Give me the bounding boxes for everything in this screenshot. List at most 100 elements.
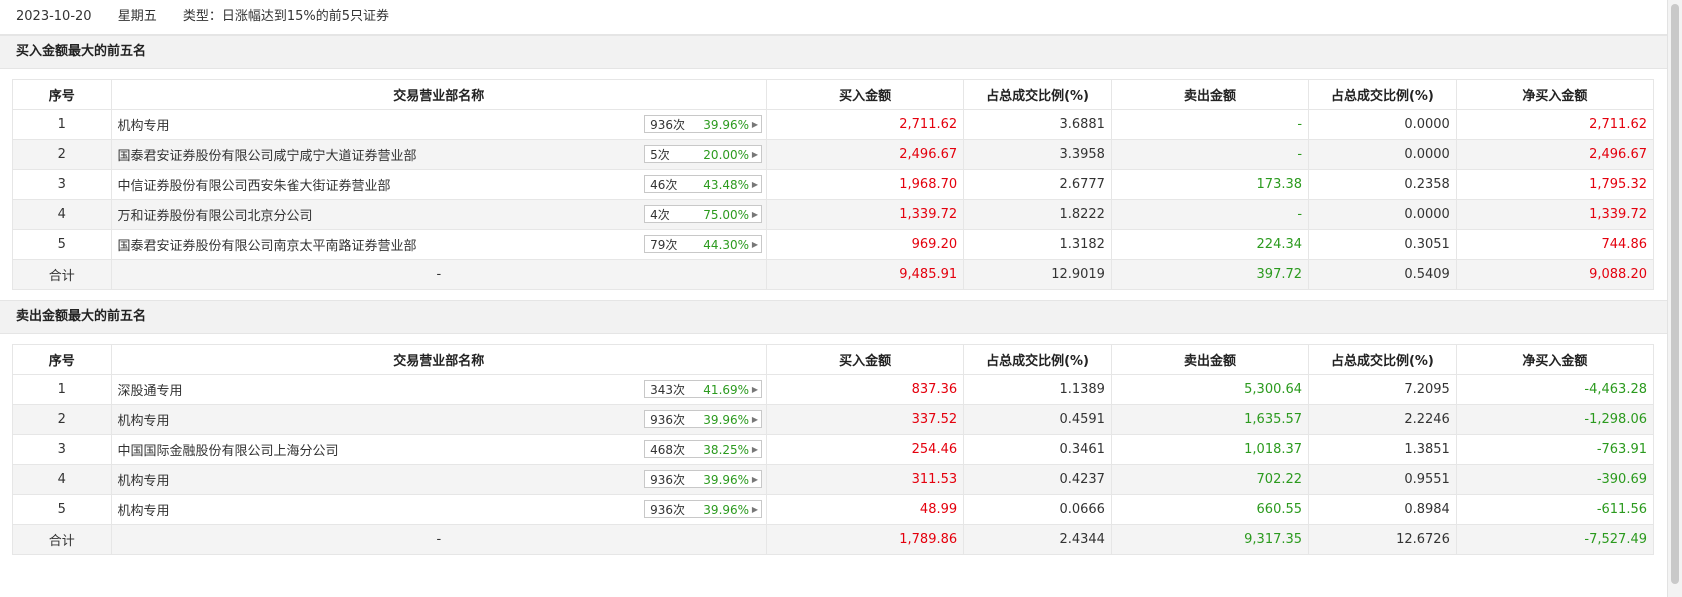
branch-cell: 中国国际金融股份有限公司上海分公司 468次 38.25% ▶ xyxy=(110,434,768,465)
branch-stats-button[interactable]: 936次 39.96% ▶ xyxy=(644,500,763,518)
table-row: 2 国泰君安证券股份有限公司咸宁咸宁大道证券营业部 5次 20.00% ▶ 2,496.6… xyxy=(12,139,1655,170)
row-number: 2 xyxy=(12,139,112,170)
branch-name: 中信证券股份有限公司西安朱雀大街证券营业部 xyxy=(117,179,391,194)
branch-stats-button[interactable]: 936次 39.96% ▶ xyxy=(644,410,763,428)
sell-ratio: 7.2095 xyxy=(1308,374,1457,405)
sell-amount: 660.55 xyxy=(1110,494,1310,525)
branch-cell: 国泰君安证券股份有限公司南京太平南路证券营业部 79次 44.30% ▶ xyxy=(110,229,768,260)
caret-right-icon: ▶ xyxy=(751,505,759,514)
branch-trade-count: 936次 xyxy=(650,413,685,427)
branch-name: 机构专用 xyxy=(117,119,170,134)
row-number: 5 xyxy=(12,229,112,260)
branch-stats-button[interactable]: 79次 44.30% ▶ xyxy=(644,235,763,253)
buy-ratio: 2.6777 xyxy=(963,169,1112,200)
table-header-row: 序号 交易营业部名称 买入金额 占总成交比例(%) 卖出金额 占总成交比例(%)… xyxy=(12,79,1655,110)
branch-stats-button[interactable]: 468次 38.25% ▶ xyxy=(644,440,763,458)
info-bar: 2023-10-20 星期五 类型：日涨幅达到15%的前5只证券 xyxy=(0,0,1668,35)
branch-stats-button[interactable]: 5次 20.00% ▶ xyxy=(644,145,763,163)
sell-amount: - xyxy=(1110,199,1310,230)
net-buy-amount: 2,496.67 xyxy=(1455,139,1655,170)
caret-right-icon: ▶ xyxy=(751,240,759,249)
branch-win-rate: 39.96% xyxy=(703,118,750,132)
branch-cell: 机构专用 936次 39.96% ▶ xyxy=(110,494,768,525)
total-sell-amount: 9,317.35 xyxy=(1110,524,1310,555)
col-header-buy: 买入金额 xyxy=(766,344,965,375)
buy-ratio: 3.6881 xyxy=(963,109,1112,140)
table-row: 3 中国国际金融股份有限公司上海分公司 468次 38.25% ▶ 254.46 0.346… xyxy=(12,434,1655,465)
col-header-sell-pct: 占总成交比例(%) xyxy=(1308,344,1457,375)
row-number: 1 xyxy=(12,374,112,405)
trade-date: 2023-10-20 xyxy=(16,9,92,24)
branch-win-rate: 41.69% xyxy=(703,383,750,397)
row-number: 4 xyxy=(12,199,112,230)
total-label: 合计 xyxy=(12,259,112,290)
col-header-net: 净买入金额 xyxy=(1455,79,1655,110)
col-header-branch: 交易营业部名称 xyxy=(110,79,768,110)
col-header-branch: 交易营业部名称 xyxy=(110,344,768,375)
caret-right-icon: ▶ xyxy=(751,210,759,219)
branch-stats-button[interactable]: 936次 39.96% ▶ xyxy=(644,470,763,488)
sell-ratio: 0.0000 xyxy=(1308,109,1457,140)
branch-win-rate: 39.96% xyxy=(703,413,750,427)
col-header-no: 序号 xyxy=(12,79,112,110)
table-row: 4 万和证券股份有限公司北京分公司 4次 75.00% ▶ 1,339.72 1.8222-… xyxy=(12,199,1655,230)
vertical-scrollbar[interactable] xyxy=(1667,0,1682,597)
sell-amount: 224.34 xyxy=(1110,229,1310,260)
total-buy-amount: 9,485.91 xyxy=(766,259,965,290)
total-sell-ratio: 0.5409 xyxy=(1308,259,1457,290)
branch-win-rate: 39.96% xyxy=(703,503,750,517)
branch-cell: 机构专用 936次 39.96% ▶ xyxy=(110,464,768,495)
buy-ratio: 3.3958 xyxy=(963,139,1112,170)
branch-name: 深股通专用 xyxy=(117,384,183,399)
net-buy-amount: 1,795.32 xyxy=(1455,169,1655,200)
sell-ratio: 0.0000 xyxy=(1308,199,1457,230)
table-header-row: 序号 交易营业部名称 买入金额 占总成交比例(%) 卖出金额 占总成交比例(%)… xyxy=(12,344,1655,375)
sell-ratio: 0.2358 xyxy=(1308,169,1457,200)
buy-amount: 48.99 xyxy=(766,494,965,525)
total-row: 合计 -9,485.91 12.9019 397.72 0.5409 9,088.20 xyxy=(12,259,1655,290)
branch-stats-button[interactable]: 343次 41.69% ▶ xyxy=(644,380,763,398)
total-sell-ratio: 12.6726 xyxy=(1308,524,1457,555)
branch-stats-button[interactable]: 936次 39.96% ▶ xyxy=(644,115,763,133)
caret-right-icon: ▶ xyxy=(751,445,759,454)
sell-ratio: 0.3051 xyxy=(1308,229,1457,260)
buy-ratio: 0.0666 xyxy=(963,494,1112,525)
branch-cell: 机构专用 936次 39.96% ▶ xyxy=(110,109,768,140)
buy-ratio: 0.3461 xyxy=(963,434,1112,465)
buy-amount: 969.20 xyxy=(766,229,965,260)
sell-top5-table: 序号 交易营业部名称 买入金额 占总成交比例(%) 卖出金额 占总成交比例(%)… xyxy=(12,344,1655,555)
buy-amount: 837.36 xyxy=(766,374,965,405)
col-header-net: 净买入金额 xyxy=(1455,344,1655,375)
buy-ratio: 0.4237 xyxy=(963,464,1112,495)
caret-right-icon: ▶ xyxy=(751,475,759,484)
buy-ratio: 1.8222 xyxy=(963,199,1112,230)
branch-stats-button[interactable]: 46次 43.48% ▶ xyxy=(644,175,763,193)
total-sell-amount: 397.72 xyxy=(1110,259,1310,290)
buy-top5-table: 序号 交易营业部名称 买入金额 占总成交比例(%) 卖出金额 占总成交比例(%)… xyxy=(12,79,1655,290)
buy-amount: 1,968.70 xyxy=(766,169,965,200)
col-header-no: 序号 xyxy=(12,344,112,375)
sell-amount: - xyxy=(1110,139,1310,170)
branch-cell: 国泰君安证券股份有限公司咸宁咸宁大道证券营业部 5次 20.00% ▶ xyxy=(110,139,768,170)
total-net-amount: 9,088.20 xyxy=(1455,259,1655,290)
branch-cell: 机构专用 936次 39.96% ▶ xyxy=(110,404,768,435)
branch-win-rate: 75.00% xyxy=(703,208,750,222)
scrollbar-thumb[interactable] xyxy=(1671,4,1679,584)
row-number: 5 xyxy=(12,494,112,525)
branch-trade-count: 936次 xyxy=(650,503,685,517)
branch-win-rate: 20.00% xyxy=(703,148,750,162)
type-label: 类型：日涨幅达到15%的前5只证券 xyxy=(182,9,390,24)
branch-name: 机构专用 xyxy=(117,504,170,519)
weekday: 星期五 xyxy=(117,9,157,24)
row-number: 3 xyxy=(12,434,112,465)
branch-stats-button[interactable]: 4次 75.00% ▶ xyxy=(644,205,763,223)
caret-right-icon: ▶ xyxy=(751,415,759,424)
sell-amount: - xyxy=(1110,109,1310,140)
branch-trade-count: 5次 xyxy=(650,148,670,162)
total-branch: - xyxy=(110,524,768,555)
total-row: 合计 -1,789.86 2.4344 9,317.35 12.6726 -7,527.4… xyxy=(12,524,1655,555)
caret-right-icon: ▶ xyxy=(751,120,759,129)
col-header-buy: 买入金额 xyxy=(766,79,965,110)
sell-ratio: 0.9551 xyxy=(1308,464,1457,495)
buy-amount: 2,496.67 xyxy=(766,139,965,170)
